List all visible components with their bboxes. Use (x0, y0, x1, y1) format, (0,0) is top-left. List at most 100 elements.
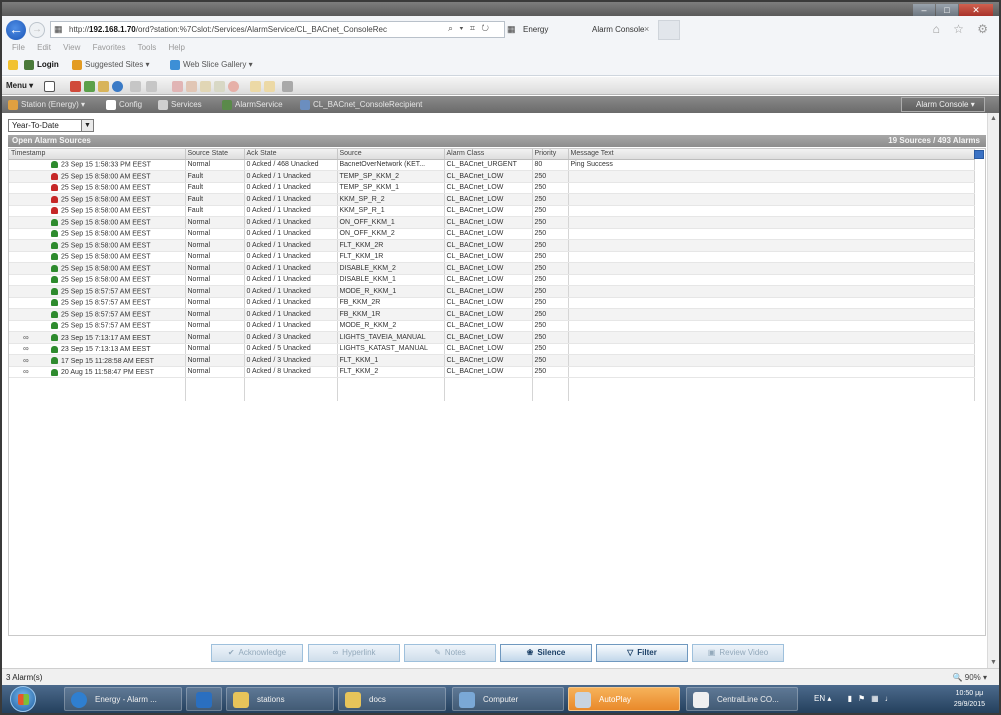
zoom-level[interactable]: 🔍 90% ▾ (953, 669, 987, 686)
table-row[interactable]: 25 Sep 15 8:57:57 AM EEST Normal 0 Acked /… (9, 308, 975, 321)
breadcrumb-alarm-service[interactable]: AlarmService (222, 96, 283, 113)
empty-cell (244, 377, 338, 389)
silence-button[interactable]: ❀ Silence (500, 644, 592, 662)
column-alarm-class[interactable]: Alarm Class (444, 149, 533, 160)
minimize-button[interactable]: – (913, 4, 935, 16)
print-icon[interactable] (146, 81, 157, 92)
tab-close-icon[interactable]: × (644, 24, 649, 34)
table-row[interactable]: 25 Sep 15 8:58:00 AM EEST Normal 0 Acked /… (9, 251, 975, 263)
cell-message-text (568, 366, 975, 378)
column-priority[interactable]: Priority (532, 149, 569, 160)
column-message-text[interactable]: Message Text (568, 149, 975, 160)
tab-alarm-console[interactable]: Alarm Console (592, 19, 662, 41)
table-row[interactable]: 25 Sep 15 8:58:00 AM EEST Fault 0 Acked / … (9, 193, 975, 206)
table-row[interactable]: ∞ 20 Aug 15 11:58:47 PM EEST Normal 0 Acked… (9, 366, 975, 378)
filter-icon[interactable] (282, 81, 293, 92)
table-row[interactable]: 25 Sep 15 8:57:57 AM EEST Normal 0 Acked /… (9, 285, 975, 298)
undo-icon[interactable] (250, 81, 261, 92)
cut-icon[interactable] (172, 81, 183, 92)
delete-icon[interactable] (228, 81, 239, 92)
table-row[interactable]: 25 Sep 15 8:58:00 AM EEST Fault 0 Acked / … (9, 170, 975, 183)
help-icon[interactable] (112, 81, 123, 92)
breadcrumb-services[interactable]: Services (158, 96, 202, 113)
clock[interactable]: 10:50 μμ 29/9/2015 (954, 688, 985, 710)
menu-button[interactable]: Menu ▾ (6, 77, 33, 95)
language-indicator[interactable]: EN ▴ (814, 694, 831, 703)
table-row[interactable]: 25 Sep 15 8:58:00 AM EEST Normal 0 Acked /… (9, 274, 975, 286)
hyperlink-button[interactable]: ∞ Hyperlink (308, 644, 400, 662)
table-row[interactable]: 25 Sep 15 8:58:00 AM EEST Fault 0 Acked / … (9, 182, 975, 194)
chevron-down-icon[interactable]: ▼ (81, 120, 93, 131)
taskbar-item-stations[interactable]: stations (226, 687, 334, 711)
refresh-icon[interactable] (84, 81, 95, 92)
close-button[interactable]: ✕ (959, 4, 993, 16)
filter-button[interactable]: ▽ Filter (596, 644, 688, 662)
forward-button[interactable]: → (29, 22, 45, 38)
review-video-button[interactable]: ▣ Review Video (692, 644, 784, 662)
table-row[interactable]: ∞ 23 Sep 15 7:13:13 AM EEST Normal 0 Acked … (9, 343, 975, 355)
address-bar[interactable]: http://192.168.1.70/ord?station:%7Cslot:… (50, 21, 505, 38)
favorite-login[interactable]: Login (24, 54, 59, 76)
duplicate-icon[interactable] (214, 81, 225, 92)
new-window-icon[interactable] (44, 81, 55, 92)
back-button[interactable]: ← (6, 20, 26, 40)
taskbar-item-autoplay[interactable]: AutoPlay (568, 687, 680, 711)
table-row[interactable]: 25 Sep 15 8:58:00 AM EEST Fault 0 Acked / … (9, 205, 975, 217)
maximize-button[interactable]: □ (936, 4, 958, 16)
table-row[interactable]: 25 Sep 15 8:58:00 AM EEST Normal 0 Acked /… (9, 239, 975, 252)
browser-right-icons[interactable]: ⌂ ☆ ⚙ (933, 22, 993, 36)
scroll-up-icon[interactable]: ▲ (990, 115, 997, 122)
start-button[interactable] (10, 686, 36, 712)
notes-button[interactable]: ✎ Notes (404, 644, 496, 662)
menu-view[interactable]: View (63, 43, 80, 52)
table-row[interactable]: 25 Sep 15 8:58:00 AM EEST Normal 0 Acked /… (9, 228, 975, 240)
menu-favorites[interactable]: Favorites (93, 43, 126, 52)
breadcrumb-config[interactable]: Config (106, 96, 142, 113)
taskbar-item-browser[interactable]: Energy - Alarm ... (64, 687, 182, 711)
new-tab-button[interactable] (658, 20, 680, 40)
favorite-web-slice-gallery[interactable]: Web Slice Gallery ▾ (170, 54, 253, 76)
favorites-star[interactable] (8, 54, 21, 76)
column-timestamp[interactable]: Timestamp (9, 149, 186, 160)
time-range-select[interactable]: Year-To-Date ▼ (8, 119, 94, 132)
redo-icon[interactable] (264, 81, 275, 92)
table-row[interactable]: 25 Sep 15 8:58:00 AM EEST Normal 0 Acked /… (9, 262, 975, 275)
breadcrumb-console-recipient[interactable]: CL_BACnet_ConsoleRecipient (300, 96, 422, 113)
table-row[interactable]: 25 Sep 15 8:58:00 AM EEST Normal 0 Acked /… (9, 216, 975, 229)
menu-file[interactable]: File (12, 43, 25, 52)
scroll-down-icon[interactable]: ▼ (990, 659, 997, 666)
column-chooser-icon[interactable] (974, 150, 984, 159)
taskbar-item-app[interactable] (186, 687, 222, 711)
menu-tools[interactable]: Tools (138, 43, 157, 52)
taskbar-item-centralline[interactable]: CentralLine CO... (686, 687, 798, 711)
home-icon[interactable] (70, 81, 81, 92)
bookmark-icon[interactable] (98, 81, 109, 92)
menu-edit[interactable]: Edit (37, 43, 51, 52)
cell-ack-state: 0 Acked / 1 Unacked (244, 228, 338, 240)
menu-help[interactable]: Help (169, 43, 185, 52)
table-row[interactable]: 23 Sep 15 1:58:33 PM EEST Normal 0 Acked /… (9, 159, 975, 171)
table-row[interactable]: ∞ 23 Sep 15 7:13:17 AM EEST Normal 0 Acked … (9, 331, 975, 344)
table-row[interactable]: 25 Sep 15 8:57:57 AM EEST Normal 0 Acked /… (9, 297, 975, 309)
breadcrumb-station[interactable]: Station (Energy) ▾ (8, 96, 85, 113)
copy-icon[interactable] (186, 81, 197, 92)
view-selector[interactable]: Alarm Console ▾ (901, 97, 985, 112)
timestamp-text: 23 Sep 15 1:58:33 PM EEST (61, 161, 151, 169)
column-ack-state[interactable]: Ack State (244, 149, 338, 160)
page-icon: ▦ (54, 24, 63, 34)
address-tools[interactable]: ⌕ ▾ ⌗ ↻ (448, 23, 491, 34)
taskbar-item-docs[interactable]: docs (338, 687, 446, 711)
tray-icons[interactable]: ▮⚑▦♩ (848, 694, 899, 703)
save-icon[interactable] (130, 81, 141, 92)
vertical-scrollbar[interactable]: ▲ ▼ (987, 113, 999, 668)
table-row[interactable]: 25 Sep 15 8:57:57 AM EEST Normal 0 Acked /… (9, 320, 975, 332)
column-source[interactable]: Source (337, 149, 445, 160)
alarm-normal-icon (51, 310, 58, 318)
acknowledge-button[interactable]: ✔ Acknowledge (211, 644, 303, 662)
paste-icon[interactable] (200, 81, 211, 92)
column-source-state[interactable]: Source State (185, 149, 245, 160)
taskbar-item-computer[interactable]: Computer (452, 687, 564, 711)
table-row[interactable]: ∞ 17 Sep 15 11:28:58 AM EEST Normal 0 Acked… (9, 354, 975, 367)
favorite-suggested-sites[interactable]: Suggested Sites ▾ (72, 54, 150, 76)
alarm-service-icon (222, 99, 232, 110)
